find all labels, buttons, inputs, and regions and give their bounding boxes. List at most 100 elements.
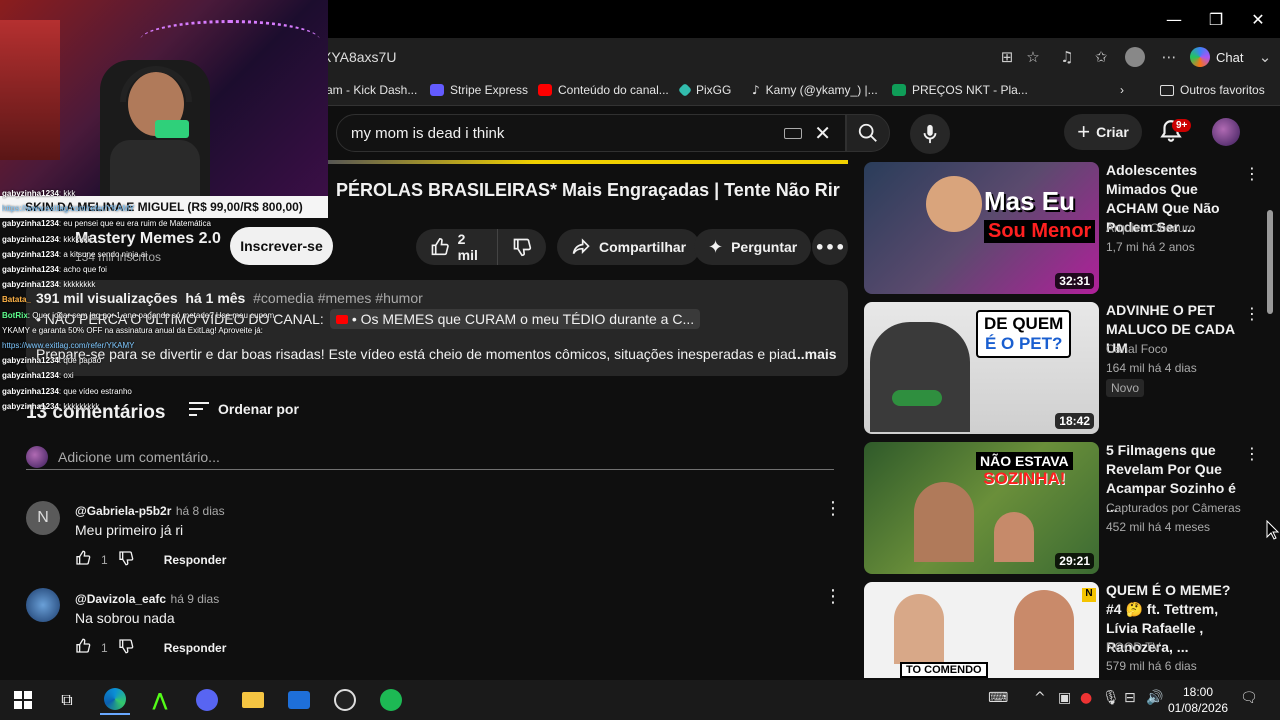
more-horizontal-icon: ••• xyxy=(814,237,846,257)
profile-icon[interactable] xyxy=(1124,46,1146,68)
mail-icon[interactable] xyxy=(284,685,314,715)
recommendation-channel[interactable]: Capturados por Câmeras xyxy=(1106,501,1241,515)
comment-dislike-button[interactable] xyxy=(118,638,134,657)
keyboard-icon[interactable] xyxy=(784,127,803,139)
reply-button[interactable]: Responder xyxy=(164,641,227,655)
recommendation-menu-icon[interactable]: ⋮ xyxy=(1244,304,1260,323)
keyboard-tray-icon[interactable]: ⌨ xyxy=(988,690,1008,706)
comment-author[interactable]: @Davizola_eafc xyxy=(75,592,166,606)
bookmark-tiktok[interactable]: ♪ Kamy (@ykamy_) |... xyxy=(752,80,878,100)
maximize-button[interactable]: ❐ xyxy=(1202,6,1230,32)
bookmark-sheets[interactable]: PREÇOS NKT - Pla... xyxy=(892,80,1028,100)
comment-time[interactable]: há 9 dias xyxy=(171,592,220,606)
recommendation-thumbnail[interactable]: NÃO ESTAVA SOZINHA! 29:21 xyxy=(864,442,1099,574)
notification-center-icon[interactable]: 🗨 xyxy=(1240,690,1258,706)
comment-avatar[interactable] xyxy=(26,588,60,622)
video-player-progress[interactable] xyxy=(326,160,848,164)
comment-menu-icon[interactable]: ⋮ xyxy=(824,498,842,519)
app-icon[interactable]: ⋀ xyxy=(145,685,175,715)
comment-time[interactable]: há 8 dias xyxy=(176,504,225,518)
search-button[interactable] xyxy=(846,114,890,152)
reply-button[interactable]: Responder xyxy=(164,553,227,567)
like-button[interactable]: 2 mil xyxy=(416,229,546,265)
start-button[interactable] xyxy=(8,685,38,715)
chat-message: gabyzinha1234: que vídeo estranho xyxy=(2,386,132,396)
bookmarks-overflow-icon[interactable]: › xyxy=(1120,80,1124,100)
task-view-icon[interactable]: ⧉ xyxy=(52,685,82,715)
network-icon[interactable]: ⊟ xyxy=(1124,690,1136,706)
file-explorer-icon[interactable] xyxy=(238,685,268,715)
recommendation-meta: 1,7 mi há 2 anos xyxy=(1106,240,1195,254)
recommendation-thumbnail[interactable]: N TO COMENDO xyxy=(864,582,1099,678)
thumbs-down-icon xyxy=(119,639,134,654)
bookmark-pixgg[interactable]: PixGG xyxy=(677,80,731,100)
obs-icon[interactable] xyxy=(330,685,360,715)
dislike-button[interactable] xyxy=(496,229,546,265)
minimize-button[interactable]: — xyxy=(1160,6,1188,32)
chat-message: https://www.exitlag.com/refer/YKAMY xyxy=(2,204,135,214)
recommendation-thumbnail[interactable]: DE QUEM É O PET? 18:42 xyxy=(864,302,1099,434)
close-window-button[interactable]: ✕ xyxy=(1244,6,1272,32)
bookmark-kick[interactable]: am - Kick Dash... xyxy=(326,80,417,100)
page-scrollbar[interactable] xyxy=(1264,108,1280,678)
recommendation-channel[interactable]: Arquivo Obscuro xyxy=(1106,221,1195,235)
microphone-icon xyxy=(155,120,189,138)
favorite-star-icon[interactable]: ☆ xyxy=(1022,46,1044,68)
copilot-chat-button[interactable]: Chat xyxy=(1190,44,1243,70)
comment-like-button[interactable] xyxy=(75,638,91,657)
recommendation-thumbnail[interactable]: Mas Eu Sou Menor 32:31 xyxy=(864,162,1099,294)
comment-actions: 1 Responder xyxy=(75,550,226,569)
tray-record-icon[interactable]: ● xyxy=(1080,690,1092,706)
app-available-icon[interactable]: ⊞ xyxy=(996,46,1018,68)
youtube-icon xyxy=(335,314,348,324)
comment-text: Na sobrou nada xyxy=(75,610,175,626)
chat-message: https://www.exitlag.com/refer/YKAMY xyxy=(2,341,135,351)
account-avatar[interactable] xyxy=(1212,118,1240,146)
video-duration: 29:21 xyxy=(1055,553,1094,569)
chat-message: gabyzinha1234: kkk xyxy=(2,189,76,198)
system-clock[interactable]: 18:00 01/08/2026 xyxy=(1168,684,1228,716)
add-comment-input[interactable]: Adicione um comentário... xyxy=(26,444,834,470)
scrollbar-thumb[interactable] xyxy=(1267,210,1273,314)
show-hidden-icons[interactable]: ^ xyxy=(1034,690,1046,706)
comment-text: Meu primeiro já ri xyxy=(75,522,184,538)
thumbs-down-icon xyxy=(119,551,134,566)
thumbs-up-icon xyxy=(76,638,91,653)
recommendation-menu-icon[interactable]: ⋮ xyxy=(1244,444,1260,463)
tray-microphone-icon[interactable]: 🎙 xyxy=(1102,690,1120,706)
more-menu-icon[interactable]: ⋯ xyxy=(1158,46,1180,68)
plus-icon: + xyxy=(1077,119,1091,144)
create-button[interactable]: + Criar xyxy=(1064,114,1142,150)
ask-button[interactable]: ✦ Perguntar xyxy=(694,229,812,265)
bookmark-stripe[interactable]: Stripe Express xyxy=(430,80,528,100)
background-curtain xyxy=(0,20,60,160)
more-actions-button[interactable]: ••• xyxy=(812,229,848,265)
recommendation-channel[interactable]: NOOD TV xyxy=(1106,640,1160,654)
voice-search-button[interactable] xyxy=(910,114,950,154)
comment-avatar[interactable]: N xyxy=(26,501,60,535)
clear-search-icon[interactable]: ✕ xyxy=(814,121,831,145)
search-input[interactable]: my mom is dead i think ✕ xyxy=(336,114,846,152)
bookmark-youtube-studio[interactable]: Conteúdo do canal... xyxy=(538,80,669,100)
folder-icon xyxy=(1160,84,1174,96)
comment-dislike-button[interactable] xyxy=(118,550,134,569)
volume-icon[interactable]: 🔊 xyxy=(1146,690,1163,706)
video-link-chip[interactable]: • Os MEMES que CURAM o meu TÉDIO durante… xyxy=(329,309,701,329)
spotify-icon[interactable] xyxy=(376,685,406,715)
comment-author[interactable]: @Gabriela-p5b2r xyxy=(75,504,171,518)
other-favorites[interactable]: Outros favoritos xyxy=(1160,80,1265,100)
chevron-down-icon[interactable]: ⌄ xyxy=(1254,46,1276,68)
search-query: my mom is dead i think xyxy=(351,124,505,142)
share-button[interactable]: Compartilhar xyxy=(557,229,701,265)
address-bar[interactable]: XYA8axs7U xyxy=(322,44,1082,70)
comment-like-button[interactable] xyxy=(75,550,91,569)
recommendation-channel[interactable]: Canal Foco xyxy=(1106,342,1167,356)
tray-app-icon[interactable]: ▣ xyxy=(1058,690,1071,706)
edge-browser-icon[interactable] xyxy=(100,685,130,715)
discord-icon[interactable] xyxy=(192,685,222,715)
recommendation-menu-icon[interactable]: ⋮ xyxy=(1244,164,1260,183)
media-icon[interactable]: ♫ xyxy=(1056,46,1078,68)
favorites-icon[interactable]: ✩ xyxy=(1090,46,1112,68)
show-more-link[interactable]: ...mais xyxy=(793,346,837,362)
comment-menu-icon[interactable]: ⋮ xyxy=(824,586,842,607)
